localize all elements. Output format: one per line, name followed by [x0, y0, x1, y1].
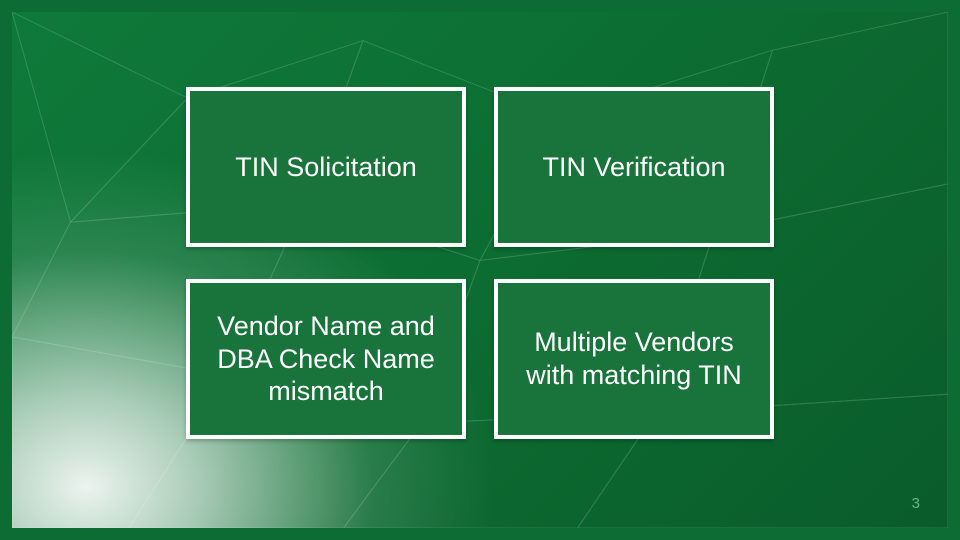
card-tin-solicitation: TIN Solicitation: [186, 87, 466, 247]
card-vendor-name-dba-check: Vendor Name and DBA Check Name mismatch: [186, 279, 466, 439]
card-label: Multiple Vendors with matching TIN: [510, 326, 758, 392]
card-grid: TIN Solicitation TIN Verification Vendor…: [186, 87, 774, 439]
card-label: Vendor Name and DBA Check Name mismatch: [202, 310, 450, 409]
card-tin-verification: TIN Verification: [494, 87, 774, 247]
card-multiple-vendors-matching-tin: Multiple Vendors with matching TIN: [494, 279, 774, 439]
card-label: TIN Solicitation: [235, 150, 417, 183]
slide: TIN Solicitation TIN Verification Vendor…: [0, 0, 960, 540]
card-label: TIN Verification: [542, 150, 725, 183]
page-number: 3: [912, 495, 920, 512]
